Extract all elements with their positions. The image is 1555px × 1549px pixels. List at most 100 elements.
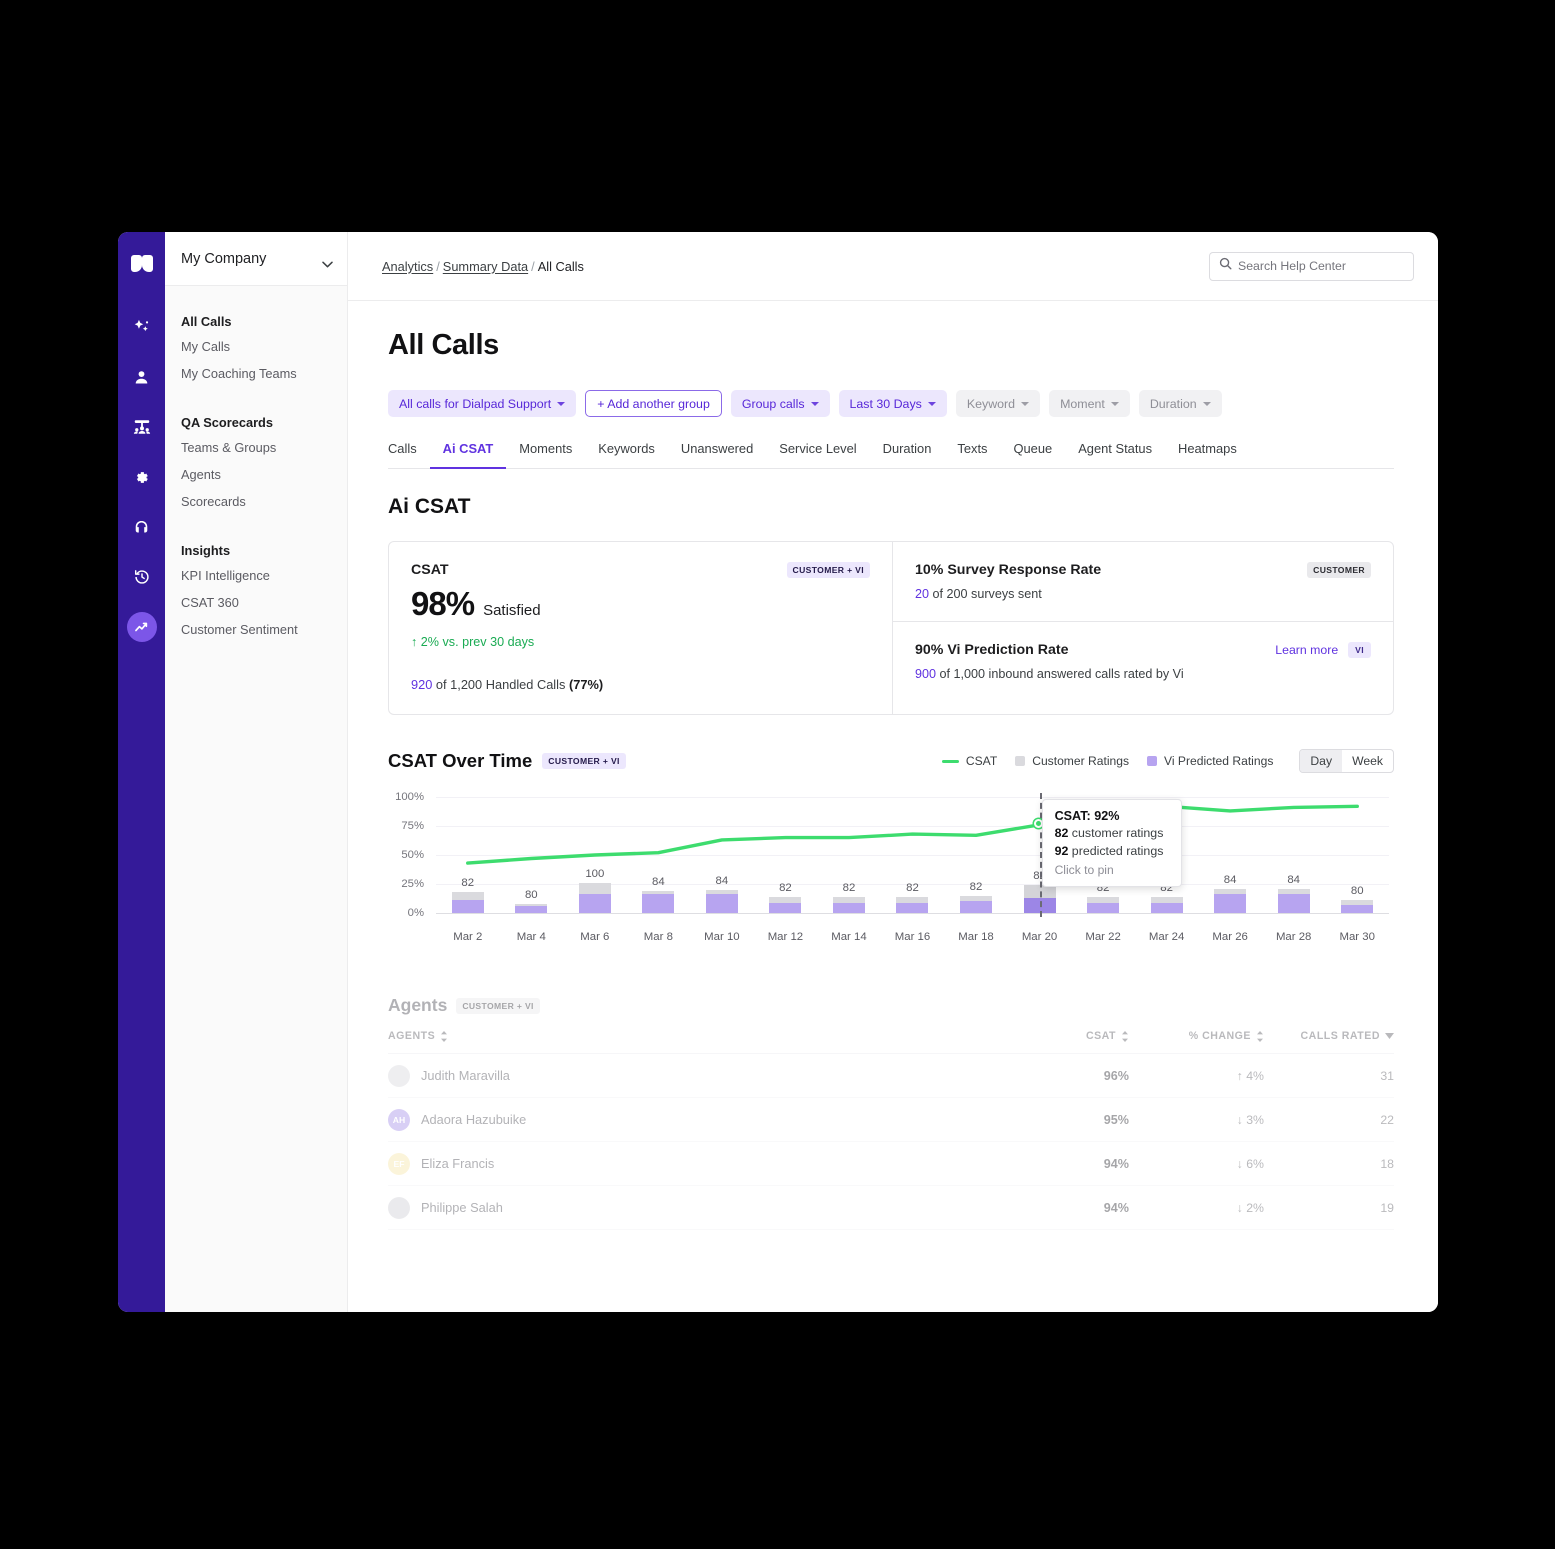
nav-link-agents[interactable]: Agents: [165, 461, 347, 488]
nav-link-kpi-intelligence[interactable]: KPI Intelligence: [165, 562, 347, 589]
column-header-change[interactable]: % CHANGE: [1129, 1030, 1264, 1042]
filter-chip-group[interactable]: All calls for Dialpad Support: [388, 390, 577, 417]
tab-calls[interactable]: Calls: [388, 441, 430, 469]
chevron-down-icon: [1202, 401, 1211, 406]
nav-link-teams-groups[interactable]: Teams & Groups: [165, 434, 347, 461]
kpi-card-vi-prediction: 90% Vi Prediction Rate Learn more VI 900…: [893, 621, 1393, 701]
kpi-survey-text: of 200 surveys sent: [929, 587, 1042, 601]
nav-link-my-coaching-teams[interactable]: My Coaching Teams: [165, 360, 347, 387]
kpi-card-right-column: 10% Survey Response Rate CUSTOMER 20 of …: [893, 542, 1393, 714]
rail-item-gear[interactable]: [127, 462, 157, 492]
rail-item-analytics[interactable]: [126, 612, 157, 642]
rail-item-ai-sparkle[interactable]: [127, 312, 157, 342]
kpi-csat-footer: 920 of 1,200 Handled Calls (77%): [411, 677, 870, 692]
x-axis-tick-label: Mar 20: [1021, 931, 1058, 943]
column-header-csat-label: CSAT: [1085, 1030, 1116, 1042]
chevron-down-icon: [1021, 401, 1030, 406]
agent-name-cell: Philippe Salah: [388, 1196, 1024, 1219]
column-header-agents[interactable]: AGENTS: [388, 1030, 1024, 1042]
filter-chip-group-calls-label: Group calls: [741, 396, 805, 411]
agent-name-cell: Judith Maravilla: [388, 1064, 1024, 1087]
legend-item-customer-ratings[interactable]: Customer Ratings: [1015, 754, 1129, 768]
kpi-survey-title: 10% Survey Response Rate: [915, 562, 1102, 578]
nav-panel: My Company All Calls My Calls My Coachin…: [165, 232, 348, 1312]
rail-item-person[interactable]: [127, 362, 157, 392]
agent-name: Judith Maravilla: [421, 1068, 510, 1083]
kpi-prediction-sub: 900 of 1,000 inbound answered calls rate…: [915, 667, 1371, 681]
x-axis-tick-label: Mar 4: [516, 931, 546, 943]
granularity-option-day[interactable]: Day: [1300, 750, 1343, 772]
rail-item-headset[interactable]: [127, 512, 157, 542]
page-title: All Calls: [388, 329, 499, 361]
y-axis-tick-0: 0%: [407, 907, 424, 919]
agent-csat-value: 94%: [1103, 1156, 1129, 1171]
help-center-search[interactable]: [1209, 251, 1414, 281]
breadcrumb-analytics[interactable]: Analytics: [382, 259, 433, 274]
kpi-prediction-header-right: Learn more VI: [1275, 642, 1371, 658]
chart-tooltip[interactable]: CSAT: 92% 82 customer ratings 92 predict…: [1041, 798, 1182, 887]
agents-table-header: AGENTS CSAT % CHANGE CALLS RATED: [388, 1030, 1394, 1054]
learn-more-link[interactable]: Learn more: [1275, 643, 1338, 657]
agent-calls-rated-value: 22: [1380, 1112, 1394, 1127]
nav-link-csat-360[interactable]: CSAT 360: [165, 589, 347, 616]
tab-moments[interactable]: Moments: [506, 441, 585, 469]
status-badge-chart-customer-vi: CUSTOMER + VI: [542, 753, 626, 769]
rail-item-contact-center[interactable]: [127, 412, 157, 442]
kpi-survey-header: 10% Survey Response Rate CUSTOMER: [915, 562, 1371, 578]
dialpad-logo-icon[interactable]: [127, 250, 157, 280]
main-area: Analytics/Summary Data/All Calls All Cal…: [348, 232, 1438, 1312]
nav-section-header-all-calls[interactable]: All Calls: [165, 308, 347, 333]
nav-link-scorecards[interactable]: Scorecards: [165, 488, 347, 515]
column-header-calls-rated-label: CALLS RATED: [1300, 1030, 1380, 1042]
sort-icon: [441, 1030, 448, 1042]
table-row[interactable]: EF Eliza Francis 94% ↓ 6% 18: [388, 1142, 1394, 1186]
legend-item-vi-predicted[interactable]: Vi Predicted Ratings: [1147, 754, 1273, 768]
avatar: [388, 1064, 410, 1087]
x-axis-tick-label: Mar 6: [580, 931, 610, 943]
top-bar: Analytics / Summary Data / All Calls: [348, 232, 1438, 301]
column-header-csat[interactable]: CSAT: [1024, 1030, 1129, 1042]
table-row[interactable]: Philippe Salah 94% ↓ 2% 19: [388, 1186, 1394, 1230]
kpi-csat-handled-text: of 1,200 Handled Calls: [432, 677, 569, 692]
x-axis-tick-label: Mar 26: [1212, 931, 1248, 943]
filter-chip-moment[interactable]: Moment: [1049, 390, 1130, 417]
granularity-option-week[interactable]: Week: [1342, 750, 1393, 772]
tab-heatmaps[interactable]: Heatmaps: [1165, 441, 1250, 469]
search-input[interactable]: [1238, 259, 1404, 273]
company-switcher[interactable]: My Company: [165, 232, 347, 286]
tab-unanswered[interactable]: Unanswered: [668, 441, 766, 469]
tooltip-predicted-ratings-value: 92: [1054, 843, 1069, 858]
tab-ai-csat[interactable]: Ai CSAT: [429, 441, 507, 469]
column-header-calls-rated[interactable]: CALLS RATED: [1264, 1030, 1394, 1042]
x-axis-tick-label: Mar 22: [1085, 931, 1121, 943]
rail-item-history[interactable]: [127, 562, 157, 592]
filter-chip-date-range[interactable]: Last 30 Days: [838, 390, 947, 417]
legend-item-csat[interactable]: CSAT: [941, 754, 997, 768]
table-row[interactable]: AH Adaora Hazubuike 95% ↓ 3% 22: [388, 1098, 1394, 1142]
page-content: All Calls All calls for Dialpad Support …: [348, 301, 1438, 1312]
avatar: [388, 1196, 410, 1219]
filter-chip-duration[interactable]: Duration: [1138, 390, 1222, 417]
add-another-group-button[interactable]: + Add another group: [585, 390, 722, 417]
filter-chip-keyword[interactable]: Keyword: [955, 390, 1041, 417]
agent-change-value: ↑ 4%: [1236, 1068, 1264, 1083]
tab-service-level[interactable]: Service Level: [766, 441, 869, 469]
tab-agent-status[interactable]: Agent Status: [1065, 441, 1165, 469]
tab-queue[interactable]: Queue: [1000, 441, 1065, 469]
kpi-survey-sub: 20 of 200 surveys sent: [915, 587, 1371, 601]
tab-keywords[interactable]: Keywords: [585, 441, 668, 469]
chevron-down-icon: [810, 401, 819, 406]
filter-chip-duration-label: Duration: [1149, 396, 1197, 411]
x-axis-tick-label: Mar 24: [1148, 931, 1185, 943]
filter-chip-group-calls[interactable]: Group calls: [730, 390, 830, 417]
nav-link-my-calls[interactable]: My Calls: [165, 333, 347, 360]
table-row[interactable]: Judith Maravilla 96% ↑ 4% 31: [388, 1054, 1394, 1098]
nav-link-customer-sentiment[interactable]: Customer Sentiment: [165, 616, 347, 643]
breadcrumb-summary-data[interactable]: Summary Data: [443, 259, 528, 274]
agent-calls-rated-value: 19: [1380, 1200, 1394, 1215]
icon-rail: [118, 232, 165, 1312]
tab-texts[interactable]: Texts: [944, 441, 1000, 469]
csat-over-time-chart: 100% 75% 50% 25% 0% 82 80 100 84 84 82 82 82 82 8…: [388, 791, 1394, 943]
tab-duration[interactable]: Duration: [870, 441, 945, 469]
tooltip-customer-ratings-label: customer ratings: [1068, 825, 1164, 840]
